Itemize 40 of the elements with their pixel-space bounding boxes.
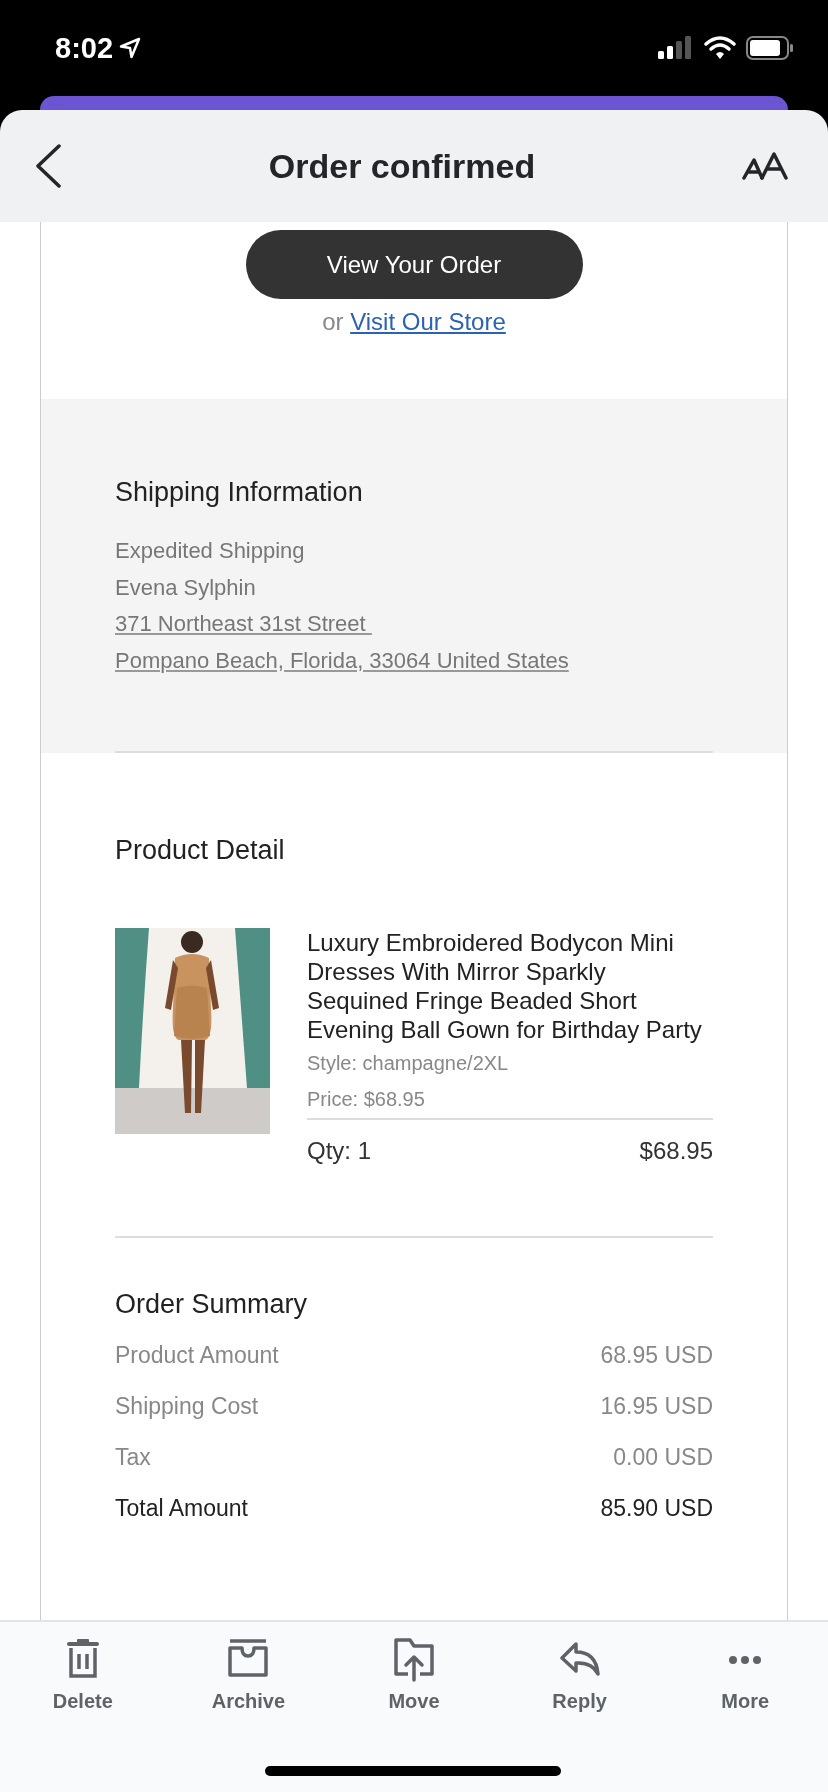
summary-label: Shipping Cost: [115, 1392, 259, 1421]
toolbar-button[interactable]: More: [721, 1638, 770, 1713]
product-price: Price: $68.95: [307, 1087, 426, 1112]
summary-value: 85.90 USD: [600, 1494, 713, 1523]
back-button[interactable]: [34, 144, 62, 188]
back-icon: [34, 144, 62, 188]
more-icon: [729, 1656, 762, 1664]
battery-icon: [746, 36, 794, 60]
view-order-button[interactable]: View Your Order: [245, 230, 583, 299]
summary-value: 0.00 USD: [613, 1443, 713, 1472]
toolbar-button[interactable]: Archive: [211, 1638, 286, 1713]
store-link[interactable]: Visit Our Store: [350, 308, 506, 335]
wifi-icon: [704, 36, 736, 60]
toolbar-button[interactable]: Reply: [552, 1638, 607, 1713]
text-size-icon: [742, 152, 788, 180]
summary-value: 68.95 USD: [600, 1341, 713, 1370]
signal-icon: [658, 36, 694, 60]
or-text: or: [322, 308, 344, 335]
toolbar-button[interactable]: Move: [388, 1638, 440, 1713]
folder-upload-icon: [394, 1638, 434, 1682]
text-size-button[interactable]: [742, 152, 788, 180]
section-heading: Order Summary: [115, 1288, 309, 1321]
product-name: Luxury Embroidered Bodycon Mini Dresses With Mirror Sparkly Sequined Fringe Beaded Short Evening Ball Gown for Birthday Party: [307, 928, 703, 1044]
summary-label: Product Amount: [115, 1341, 279, 1370]
summary-label: Total Amount: [115, 1494, 248, 1523]
toolbar-button[interactable]: Delete: [52, 1638, 113, 1713]
section-heading: Shipping Information: [115, 476, 364, 509]
shipping-text: Expedited Shipping: [115, 537, 306, 565]
summary-value: 16.95 USD: [600, 1392, 713, 1421]
email-title: Order confirmed: [267, 146, 537, 186]
section-heading: Product Detail: [115, 834, 286, 867]
product-style: Style: champagne/2XL: [307, 1051, 510, 1076]
line-total: $68.95: [639, 1136, 713, 1166]
quantity: Qty: 1: [307, 1136, 372, 1166]
clock-time: 8:02: [55, 31, 114, 65]
shipping-text: Evena Sylphin: [115, 573, 257, 602]
summary-label: Tax: [115, 1443, 151, 1472]
address-link[interactable]: 371 Northeast 31st Street: [115, 606, 372, 643]
address-link[interactable]: Pompano Beach, Florida, 33064 United States: [115, 642, 569, 679]
location-arrow-icon: [119, 37, 142, 59]
